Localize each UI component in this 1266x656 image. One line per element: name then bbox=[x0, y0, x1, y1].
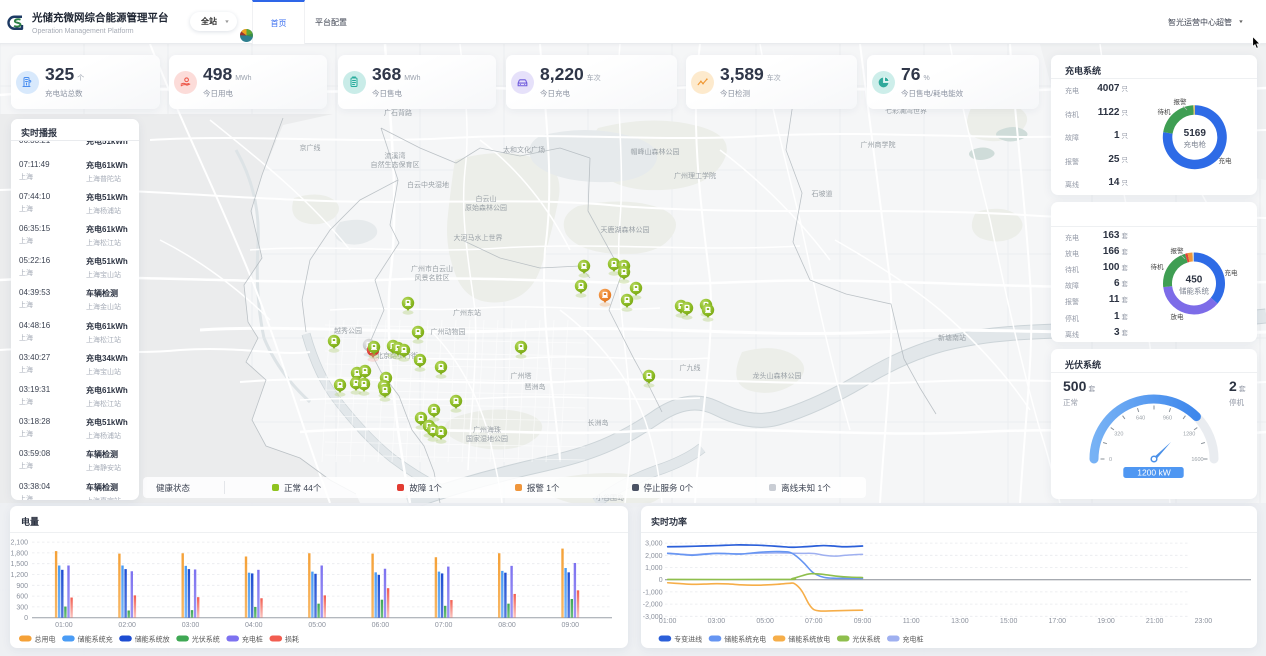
svg-text:广九线: 广九线 bbox=[680, 363, 701, 372]
svg-text:1280: 1280 bbox=[1183, 431, 1195, 437]
svg-text:05:00: 05:00 bbox=[756, 618, 774, 625]
svg-text:石坡道: 石坡道 bbox=[812, 189, 833, 198]
svg-text:白云山: 白云山 bbox=[476, 194, 497, 203]
svg-text:储能系统充: 储能系统充 bbox=[78, 635, 113, 644]
svg-text:0: 0 bbox=[24, 615, 28, 622]
svg-text:报警: 报警 bbox=[1171, 246, 1185, 255]
svg-text:300: 300 bbox=[16, 604, 28, 611]
svg-text:07:00: 07:00 bbox=[435, 622, 453, 629]
svg-text:960: 960 bbox=[1163, 416, 1172, 422]
svg-text:广州东站: 广州东站 bbox=[453, 308, 481, 317]
svg-text:03:00: 03:00 bbox=[182, 622, 200, 629]
svg-text:广石背路: 广石背路 bbox=[384, 108, 412, 117]
svg-text:450: 450 bbox=[1186, 275, 1203, 286]
svg-text:太和文化广场: 太和文化广场 bbox=[503, 145, 545, 154]
svg-text:21:00: 21:00 bbox=[1146, 618, 1164, 625]
svg-text:原始森林公园: 原始森林公园 bbox=[465, 203, 507, 212]
svg-text:储能系统: 储能系统 bbox=[1179, 286, 1209, 296]
svg-text:帽峰山森林公园: 帽峰山森林公园 bbox=[631, 147, 680, 156]
svg-text:08:00: 08:00 bbox=[498, 622, 516, 629]
svg-text:自然生态保育区: 自然生态保育区 bbox=[371, 160, 420, 169]
svg-text:09:00: 09:00 bbox=[562, 622, 580, 629]
svg-text:09:00: 09:00 bbox=[854, 618, 872, 625]
svg-text:19:00: 19:00 bbox=[1097, 618, 1115, 625]
svg-text:0: 0 bbox=[1109, 457, 1112, 463]
svg-text:越秀公园: 越秀公园 bbox=[334, 326, 362, 335]
svg-text:2,100: 2,100 bbox=[10, 540, 28, 547]
svg-text:龙头山森林公园: 龙头山森林公园 bbox=[753, 371, 802, 380]
svg-text:充电: 充电 bbox=[1219, 156, 1233, 165]
svg-text:储能系统充电: 储能系统充电 bbox=[724, 635, 766, 644]
svg-text:02:00: 02:00 bbox=[118, 622, 136, 629]
svg-text:01:00: 01:00 bbox=[659, 618, 677, 625]
svg-text:17:00: 17:00 bbox=[1049, 618, 1067, 625]
svg-text:专变进线: 专变进线 bbox=[674, 635, 702, 644]
svg-text:总用电: 总用电 bbox=[35, 635, 56, 644]
svg-text:600: 600 bbox=[16, 594, 28, 601]
svg-text:报警: 报警 bbox=[1174, 97, 1188, 106]
svg-text:光伏系统: 光伏系统 bbox=[192, 635, 220, 644]
svg-text:充电枪: 充电枪 bbox=[1184, 139, 1207, 149]
svg-text:320: 320 bbox=[1114, 431, 1123, 437]
svg-text:大河马水上世界: 大河马水上世界 bbox=[454, 233, 503, 242]
svg-text:风景名胜区: 风景名胜区 bbox=[415, 273, 450, 282]
svg-text:06:00: 06:00 bbox=[372, 622, 390, 629]
svg-text:放电: 放电 bbox=[1171, 312, 1185, 321]
svg-text:广州动物园: 广州动物园 bbox=[431, 327, 466, 336]
svg-text:光伏系统: 光伏系统 bbox=[852, 635, 880, 644]
svg-text:充电: 充电 bbox=[1225, 268, 1239, 277]
svg-text:储能系统放电: 储能系统放电 bbox=[788, 635, 830, 644]
svg-text:国家湿地公园: 国家湿地公园 bbox=[466, 434, 508, 443]
svg-text:23:00: 23:00 bbox=[1195, 618, 1213, 625]
svg-text:京广线: 京广线 bbox=[300, 143, 321, 152]
svg-text:1,200: 1,200 bbox=[10, 572, 28, 579]
svg-text:充电桩: 充电桩 bbox=[242, 635, 263, 644]
svg-text:5169: 5169 bbox=[1184, 128, 1207, 139]
svg-text:1200 kW: 1200 kW bbox=[1137, 467, 1171, 477]
svg-text:1,000: 1,000 bbox=[645, 565, 663, 572]
svg-text:白云中央湿地: 白云中央湿地 bbox=[407, 180, 449, 189]
svg-text:03:00: 03:00 bbox=[708, 618, 726, 625]
svg-text:1,500: 1,500 bbox=[10, 561, 28, 568]
svg-text:广州海珠: 广州海珠 bbox=[473, 425, 501, 434]
svg-text:琶洲岛: 琶洲岛 bbox=[525, 382, 546, 391]
svg-text:0: 0 bbox=[659, 577, 663, 584]
svg-text:2,000: 2,000 bbox=[645, 553, 663, 560]
svg-text:15:00: 15:00 bbox=[1000, 618, 1018, 625]
svg-text:待机: 待机 bbox=[1151, 262, 1165, 271]
svg-text:流溪湾: 流溪湾 bbox=[385, 151, 406, 160]
svg-text:1600: 1600 bbox=[1191, 457, 1203, 463]
svg-text:储能系统放: 储能系统放 bbox=[135, 635, 170, 644]
svg-text:长洲岛: 长洲岛 bbox=[588, 418, 609, 427]
svg-text:05:00: 05:00 bbox=[308, 622, 326, 629]
svg-text:广州理工学院: 广州理工学院 bbox=[674, 171, 716, 180]
svg-text:11:00: 11:00 bbox=[903, 618, 920, 625]
svg-text:900: 900 bbox=[16, 583, 28, 590]
svg-text:天鹿湖森林公园: 天鹿湖森林公园 bbox=[601, 225, 650, 234]
svg-text:广州市白云山: 广州市白云山 bbox=[411, 264, 453, 273]
svg-text:广州商学院: 广州商学院 bbox=[861, 140, 896, 149]
svg-text:3,000: 3,000 bbox=[645, 541, 663, 548]
svg-text:13:00: 13:00 bbox=[951, 618, 969, 625]
svg-text:-1,000: -1,000 bbox=[643, 589, 663, 596]
svg-text:1,800: 1,800 bbox=[10, 550, 28, 557]
svg-text:640: 640 bbox=[1136, 416, 1145, 422]
svg-text:损耗: 损耗 bbox=[285, 635, 299, 644]
svg-text:07:00: 07:00 bbox=[805, 618, 823, 625]
svg-text:充电桩: 充电桩 bbox=[903, 635, 924, 644]
svg-text:04:00: 04:00 bbox=[245, 622, 263, 629]
svg-text:新塘南站: 新塘南站 bbox=[938, 333, 966, 342]
svg-text:广州塔: 广州塔 bbox=[511, 371, 532, 380]
svg-text:-2,000: -2,000 bbox=[643, 602, 663, 609]
svg-text:01:00: 01:00 bbox=[55, 622, 73, 629]
svg-text:待机: 待机 bbox=[1158, 107, 1172, 116]
